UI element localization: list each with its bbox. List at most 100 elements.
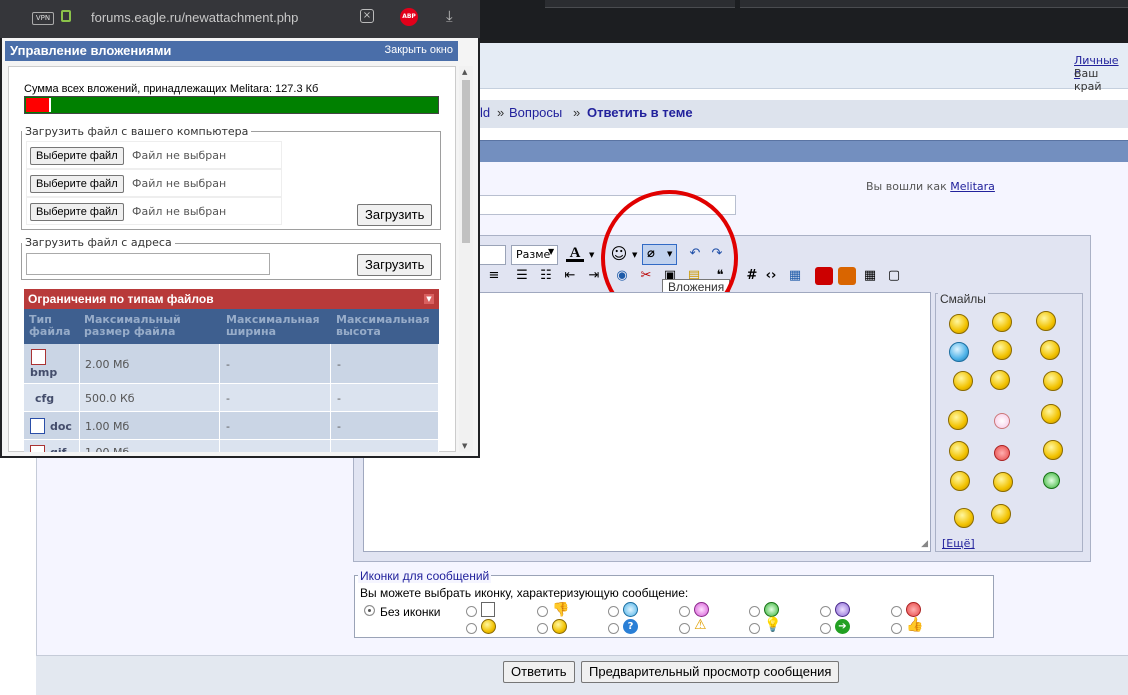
thumbs-down-icon: 👎 — [552, 602, 570, 618]
file-url-input[interactable] — [26, 253, 270, 275]
smile-icon — [481, 619, 496, 634]
scroll-up-icon[interactable]: ▲ — [462, 68, 467, 76]
width-cell: - — [220, 384, 331, 412]
close-tab-icon[interactable]: × — [360, 9, 374, 23]
scroll-down-icon[interactable]: ▼ — [462, 442, 467, 450]
post-icon-radio[interactable] — [679, 623, 690, 634]
font-select[interactable] — [480, 245, 506, 265]
graduate-smiley-icon[interactable] — [1043, 371, 1063, 391]
outdent-icon[interactable]: ⇤ — [561, 267, 579, 285]
nerd-smiley-icon[interactable] — [1043, 440, 1063, 460]
scroll-thumb[interactable] — [462, 80, 470, 243]
browser-tab[interactable] — [740, 0, 1128, 8]
popup-scrollbar[interactable]: ▲ ▼ — [459, 66, 473, 452]
youtube-icon[interactable] — [815, 267, 833, 285]
breadcrumb-item[interactable]: Вопросы — [509, 105, 562, 120]
numbered-list-icon[interactable]: ☰ — [513, 267, 531, 285]
choose-file-button[interactable]: Выберите файл — [30, 203, 124, 221]
post-icon-radio[interactable] — [820, 606, 831, 617]
width-cell: - — [220, 440, 331, 452]
collapse-icon[interactable]: ▼ — [424, 294, 434, 304]
url-text[interactable]: forums.eagle.ru/newattachment.php — [91, 10, 298, 25]
file-input-1[interactable]: Выберите файл Файл не выбран — [26, 141, 282, 169]
pointing-smiley-icon[interactable] — [954, 508, 974, 528]
breadcrumb-separator: » — [497, 105, 505, 120]
hand-on-chin-smiley-icon[interactable] — [991, 504, 1011, 524]
post-icon-radio[interactable] — [749, 623, 760, 634]
no-icon-radio[interactable] — [364, 605, 375, 616]
thinking-smiley-icon[interactable] — [950, 471, 970, 491]
post-icon-radio[interactable] — [537, 606, 548, 617]
bullet-list-icon[interactable]: ☷ — [537, 267, 555, 285]
post-icon-radio[interactable] — [608, 606, 619, 617]
resize-handle-icon[interactable]: ◢ — [921, 539, 928, 549]
post-icon-radio[interactable] — [466, 606, 477, 617]
html-icon[interactable]: ‹› — [762, 267, 780, 285]
vpn-badge[interactable]: VPN — [32, 12, 54, 25]
forum-banner: Личные с Ваш край — [480, 43, 1128, 93]
logged-in-user-link[interactable]: Melitara — [950, 180, 995, 193]
close-window-link[interactable]: Закрыть окно — [384, 44, 453, 56]
smile-icon[interactable] — [949, 314, 969, 334]
align-right-icon[interactable]: ≡ — [485, 267, 503, 285]
post-icon-radio[interactable] — [820, 623, 831, 634]
upload-local-button[interactable]: Загрузить — [357, 204, 433, 226]
type-cell: doc — [24, 412, 80, 440]
angry-icon — [906, 602, 921, 617]
table-layout-icon[interactable]: ▢ — [885, 267, 903, 285]
chevron-down-icon: ▼ — [548, 247, 555, 256]
preview-button[interactable]: Предварительный просмотр сообщения — [581, 661, 840, 683]
help-smiley-icon[interactable] — [990, 370, 1010, 390]
sunglasses-icon — [552, 619, 567, 634]
submit-reply-button[interactable]: Ответить — [503, 661, 575, 683]
height-cell: - — [331, 384, 439, 412]
post-icons-legend: Иконки для сообщений — [358, 569, 492, 583]
file-input-3[interactable]: Выберите файл Файл не выбран — [26, 197, 282, 225]
file-input-2[interactable]: Выберите файл Файл не выбран — [26, 169, 282, 197]
local-upload-legend: Загрузить файл с вашего компьютера — [22, 125, 252, 138]
type-cell: bmp — [24, 344, 80, 384]
post-icon-radio[interactable] — [466, 623, 477, 634]
flash-icon[interactable] — [838, 267, 856, 285]
confused-smiley-icon[interactable] — [993, 472, 1013, 492]
girl-smiley-icon[interactable] — [1041, 404, 1061, 424]
more-smilies-link[interactable]: [Ещё] — [942, 537, 975, 550]
thumbs-up-smiley-icon[interactable] — [1040, 340, 1060, 360]
music-smiley-icon[interactable] — [1036, 311, 1056, 331]
cool-smiley-icon[interactable] — [949, 342, 969, 362]
table-icon[interactable]: ▦ — [861, 267, 879, 285]
file-extension: doc — [50, 420, 72, 433]
shocked-smiley-icon[interactable] — [949, 441, 969, 461]
choose-file-button[interactable]: Выберите файл — [30, 175, 124, 193]
indent-icon[interactable]: ⇥ — [585, 267, 603, 285]
lightbulb-icon: 💡 — [764, 617, 782, 633]
kiss-smiley-icon[interactable] — [994, 413, 1010, 429]
upload-url-button[interactable]: Загрузить — [357, 254, 433, 276]
text-color-icon[interactable]: A — [566, 244, 584, 262]
post-icon-radio[interactable] — [537, 623, 548, 634]
post-icon-radio[interactable] — [891, 623, 902, 634]
post-icon-radio[interactable] — [891, 606, 902, 617]
grin-smiley-icon[interactable] — [1043, 472, 1060, 489]
popup-title: Управление вложениями — [10, 43, 172, 58]
wink-smiley-icon[interactable] — [948, 410, 968, 430]
download-icon[interactable]: ⤓ — [446, 7, 453, 25]
breadcrumb-item[interactable]: ld — [480, 105, 490, 120]
post-icon-radio[interactable] — [679, 606, 690, 617]
php-icon[interactable]: ▦ — [786, 267, 804, 285]
post-icon-radio[interactable] — [608, 623, 619, 634]
plain-smiley-icon[interactable] — [992, 340, 1012, 360]
browser-tab[interactable] — [545, 0, 735, 8]
helmet-smiley-icon[interactable] — [953, 371, 973, 391]
frown-icon[interactable] — [992, 312, 1012, 332]
column-header: Максимальная высота — [336, 313, 430, 338]
lock-icon[interactable] — [61, 10, 71, 22]
adblock-icon[interactable]: ABP — [400, 8, 418, 26]
angry-smiley-icon[interactable] — [994, 445, 1010, 461]
column-header: Максимальный размер файла — [84, 313, 181, 338]
choose-file-button[interactable]: Выберите файл — [30, 147, 124, 165]
chevron-down-icon[interactable]: ▼ — [589, 251, 594, 259]
code-icon[interactable]: # — [743, 267, 761, 285]
post-icon-radio[interactable] — [749, 606, 760, 617]
word-file-icon — [30, 418, 45, 434]
